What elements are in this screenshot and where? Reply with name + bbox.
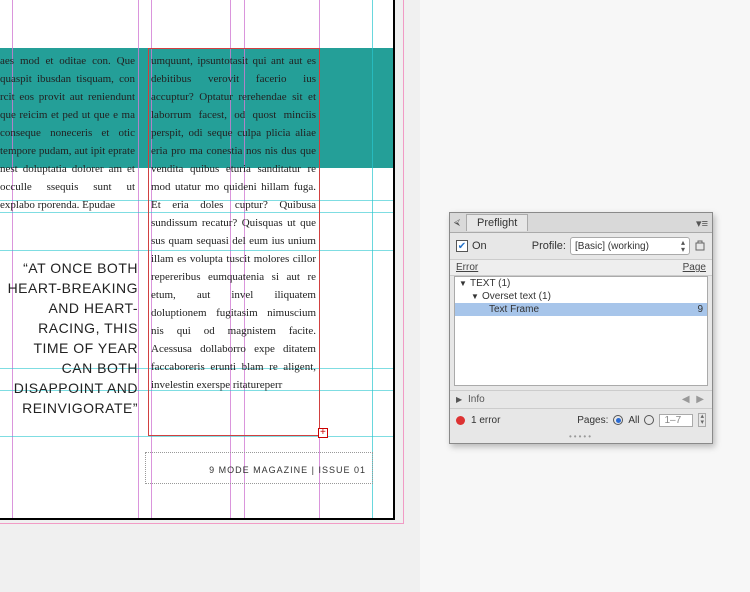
on-label: On [472, 240, 487, 252]
pages-all-label[interactable]: All [628, 415, 639, 426]
collapse-icon[interactable]: ⮘ [450, 217, 464, 228]
preflight-panel[interactable]: ⮘ Preflight ▾≡ ✔ On Profile: [Basic] (wo… [449, 212, 713, 444]
error-count: 1 error [471, 415, 500, 426]
tree-item-page[interactable]: 9 [697, 304, 703, 315]
body-column-1[interactable]: aes mod et oditae con. Que quaspit ibusd… [0, 52, 135, 214]
body-column-2[interactable]: umquunt, ipsuntotasit qui ant aut es deb… [151, 52, 316, 394]
pull-quote[interactable]: “AT ONCE BOTH HEART-BREAKING AND HEART-R… [0, 258, 138, 418]
profile-value: [Basic] (working) [575, 241, 649, 252]
col-error[interactable]: Error [456, 262, 478, 273]
page-footer-frame[interactable]: 9 MODE MAGAZINE | ISSUE 01 [145, 452, 373, 484]
tree-subgroup-label: Overset text (1) [482, 291, 551, 302]
pages-range-input[interactable]: 1–7 [659, 414, 693, 427]
disclosure-triangle-icon[interactable] [471, 292, 479, 301]
tree-item-text-frame[interactable]: Text Frame 9 [455, 303, 707, 316]
tree-group-label: TEXT (1) [470, 278, 510, 289]
error-list-header: Error Page [450, 259, 712, 276]
panel-menu-icon[interactable]: ▾≡ [696, 217, 708, 230]
panel-tab-bar: ⮘ Preflight ▾≡ [450, 213, 712, 233]
info-label[interactable]: Info [468, 394, 485, 405]
pages-label: Pages: [577, 415, 608, 426]
disclosure-triangle-icon[interactable] [456, 395, 464, 404]
footer-text: 9 MODE MAGAZINE | ISSUE 01 [209, 465, 366, 475]
error-nav: ◀ ▶ [680, 394, 706, 405]
embed-profile-icon[interactable] [694, 240, 706, 252]
pages-range-radio[interactable] [644, 415, 654, 425]
error-tree[interactable]: TEXT (1) Overset text (1) Text Frame 9 [454, 276, 708, 386]
tree-subgroup-overset[interactable]: Overset text (1) [455, 290, 707, 303]
status-row: 1 error Pages: All 1–7 ▴▾ [450, 408, 712, 431]
overset-indicator-icon[interactable] [318, 428, 328, 438]
profile-label: Profile: [532, 240, 566, 252]
pages-range-stepper[interactable]: ▴▾ [698, 413, 706, 427]
tree-item-label: Text Frame [489, 304, 539, 315]
profile-select[interactable]: [Basic] (working) ▴▾ [570, 237, 690, 255]
prev-error-icon[interactable]: ◀ [682, 394, 690, 405]
page[interactable]: aes mod et oditae con. Que quaspit ibusd… [0, 0, 395, 520]
disclosure-triangle-icon[interactable] [459, 279, 467, 288]
tree-group-text[interactable]: TEXT (1) [455, 277, 707, 290]
col-page[interactable]: Page [683, 262, 706, 273]
document-canvas[interactable]: aes mod et oditae con. Que quaspit ibusd… [0, 0, 420, 592]
on-checkbox[interactable]: ✔ [456, 240, 468, 252]
preflight-toggle-row: ✔ On Profile: [Basic] (working) ▴▾ [450, 233, 712, 259]
tab-preflight[interactable]: Preflight [466, 214, 528, 231]
error-status-icon [456, 416, 465, 425]
panel-resize-grip[interactable]: ••••• [450, 431, 712, 443]
next-error-icon[interactable]: ▶ [696, 394, 704, 405]
pages-all-radio[interactable] [613, 415, 623, 425]
info-row: Info ◀ ▶ [450, 390, 712, 408]
